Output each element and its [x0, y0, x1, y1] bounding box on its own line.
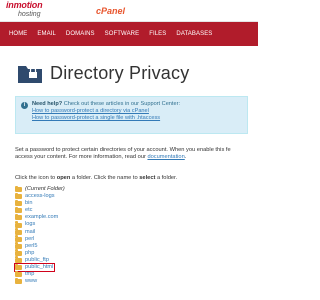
- folder-bin[interactable]: bin: [25, 200, 32, 207]
- tree-row: mail: [15, 228, 248, 236]
- cpanel-logo[interactable]: cPanel: [96, 6, 125, 16]
- folder-etc[interactable]: etc: [25, 207, 32, 214]
- instructions: Click the icon to open a folder. Click t…: [15, 175, 248, 181]
- tree-row: bin: [15, 199, 248, 207]
- help-heading: Need help? Check out these articles in o…: [32, 101, 241, 108]
- tree-row: www: [15, 277, 248, 285]
- main-content: Directory Privacy i Need help? Check out…: [0, 62, 258, 285]
- page-description: Set a password to protect certain direct…: [15, 147, 248, 161]
- nav-home[interactable]: HOME: [4, 31, 32, 37]
- documentation-link[interactable]: documentation: [147, 154, 184, 160]
- nav-domains[interactable]: DOMAINS: [61, 31, 100, 37]
- nav-email[interactable]: EMAIL: [32, 31, 61, 37]
- help-link-single-file[interactable]: How to password-protect a single file wi…: [32, 115, 241, 122]
- folder-logs[interactable]: logs: [25, 221, 35, 228]
- tree-row: perl: [15, 235, 248, 243]
- tree-row: perl5: [15, 242, 248, 250]
- folder-icon[interactable]: [15, 263, 22, 271]
- folder-icon[interactable]: [15, 235, 22, 242]
- help-link-directory[interactable]: How to password-protect a directory via …: [32, 108, 241, 115]
- nav-software[interactable]: SOFTWARE: [100, 31, 145, 37]
- folder-icon[interactable]: [15, 249, 22, 256]
- description-line-2: access your content. For more informatio…: [15, 154, 248, 161]
- folder-public-ftp[interactable]: public_ftp: [25, 257, 49, 264]
- tree-row-current: (Current Folder): [15, 185, 248, 193]
- inmotion-logo[interactable]: inmotion hosting: [6, 0, 43, 19]
- logo-text: inmotion: [6, 0, 43, 10]
- description-prefix: access your content. For more informatio…: [15, 154, 148, 160]
- folder-icon[interactable]: [15, 185, 22, 193]
- folder-public-html[interactable]: public_html: [25, 264, 53, 271]
- folder-perl[interactable]: perl: [25, 236, 34, 243]
- folder-icon[interactable]: [15, 277, 22, 285]
- instr-select: select: [139, 175, 156, 181]
- logo-subtext: hosting: [18, 11, 41, 18]
- folder-access-logs[interactable]: access-logs: [25, 193, 55, 200]
- folder-icon[interactable]: [15, 192, 22, 200]
- tree-row: php: [15, 249, 248, 257]
- highlight-box: public_html: [13, 262, 56, 273]
- nav-databases[interactable]: DATABASES: [171, 31, 217, 37]
- description-suffix: .: [184, 154, 187, 160]
- info-icon: i: [21, 102, 28, 109]
- folder-tmp[interactable]: tmp: [25, 271, 34, 278]
- folder-icon[interactable]: [15, 270, 22, 278]
- folder-www[interactable]: www: [25, 278, 37, 285]
- help-heading-bold: Need help?: [32, 101, 63, 107]
- folder-icon[interactable]: [15, 221, 22, 228]
- folder-php[interactable]: php: [25, 250, 34, 257]
- folder-example-com[interactable]: example.com: [25, 214, 58, 221]
- folder-lock-icon: [18, 66, 42, 83]
- folder-icon[interactable]: [15, 228, 22, 235]
- folder-tree: (Current Folder) access-logs bin etc exa…: [13, 185, 248, 285]
- tree-row: example.com: [15, 213, 248, 221]
- tree-row-highlighted: public_html: [13, 262, 248, 273]
- folder-icon[interactable]: [15, 242, 22, 249]
- folder-icon[interactable]: [15, 206, 22, 214]
- title-row: Directory Privacy: [17, 62, 248, 84]
- nav-files[interactable]: FILES: [144, 31, 171, 37]
- top-header: inmotion hosting cPanel: [0, 0, 258, 22]
- folder-icon[interactable]: [15, 213, 22, 221]
- help-heading-text: Check out these articles in our Support …: [62, 101, 180, 107]
- page-title: Directory Privacy: [50, 62, 190, 83]
- tree-row: tmp: [15, 270, 248, 278]
- folder-icon[interactable]: [15, 256, 22, 263]
- instr-part-2: a folder. Click the name to: [70, 175, 140, 181]
- folder-mail[interactable]: mail: [25, 229, 35, 236]
- tree-row: public_ftp: [15, 256, 248, 264]
- folder-perl5[interactable]: perl5: [25, 243, 37, 250]
- main-nav: HOME EMAIL DOMAINS SOFTWARE FILES DATABA…: [0, 22, 258, 46]
- current-folder-label[interactable]: (Current Folder): [25, 186, 65, 193]
- tree-row: access-logs: [15, 192, 248, 200]
- help-callout: i Need help? Check out these articles in…: [15, 96, 248, 134]
- instr-part-1: Click the icon to: [15, 175, 57, 181]
- tree-row: logs: [15, 221, 248, 228]
- instr-part-3: a folder.: [155, 175, 178, 181]
- tree-row: etc: [15, 206, 248, 214]
- description-line-1: Set a password to protect certain direct…: [15, 147, 231, 153]
- folder-icon[interactable]: [15, 199, 22, 207]
- instr-open: open: [56, 175, 71, 181]
